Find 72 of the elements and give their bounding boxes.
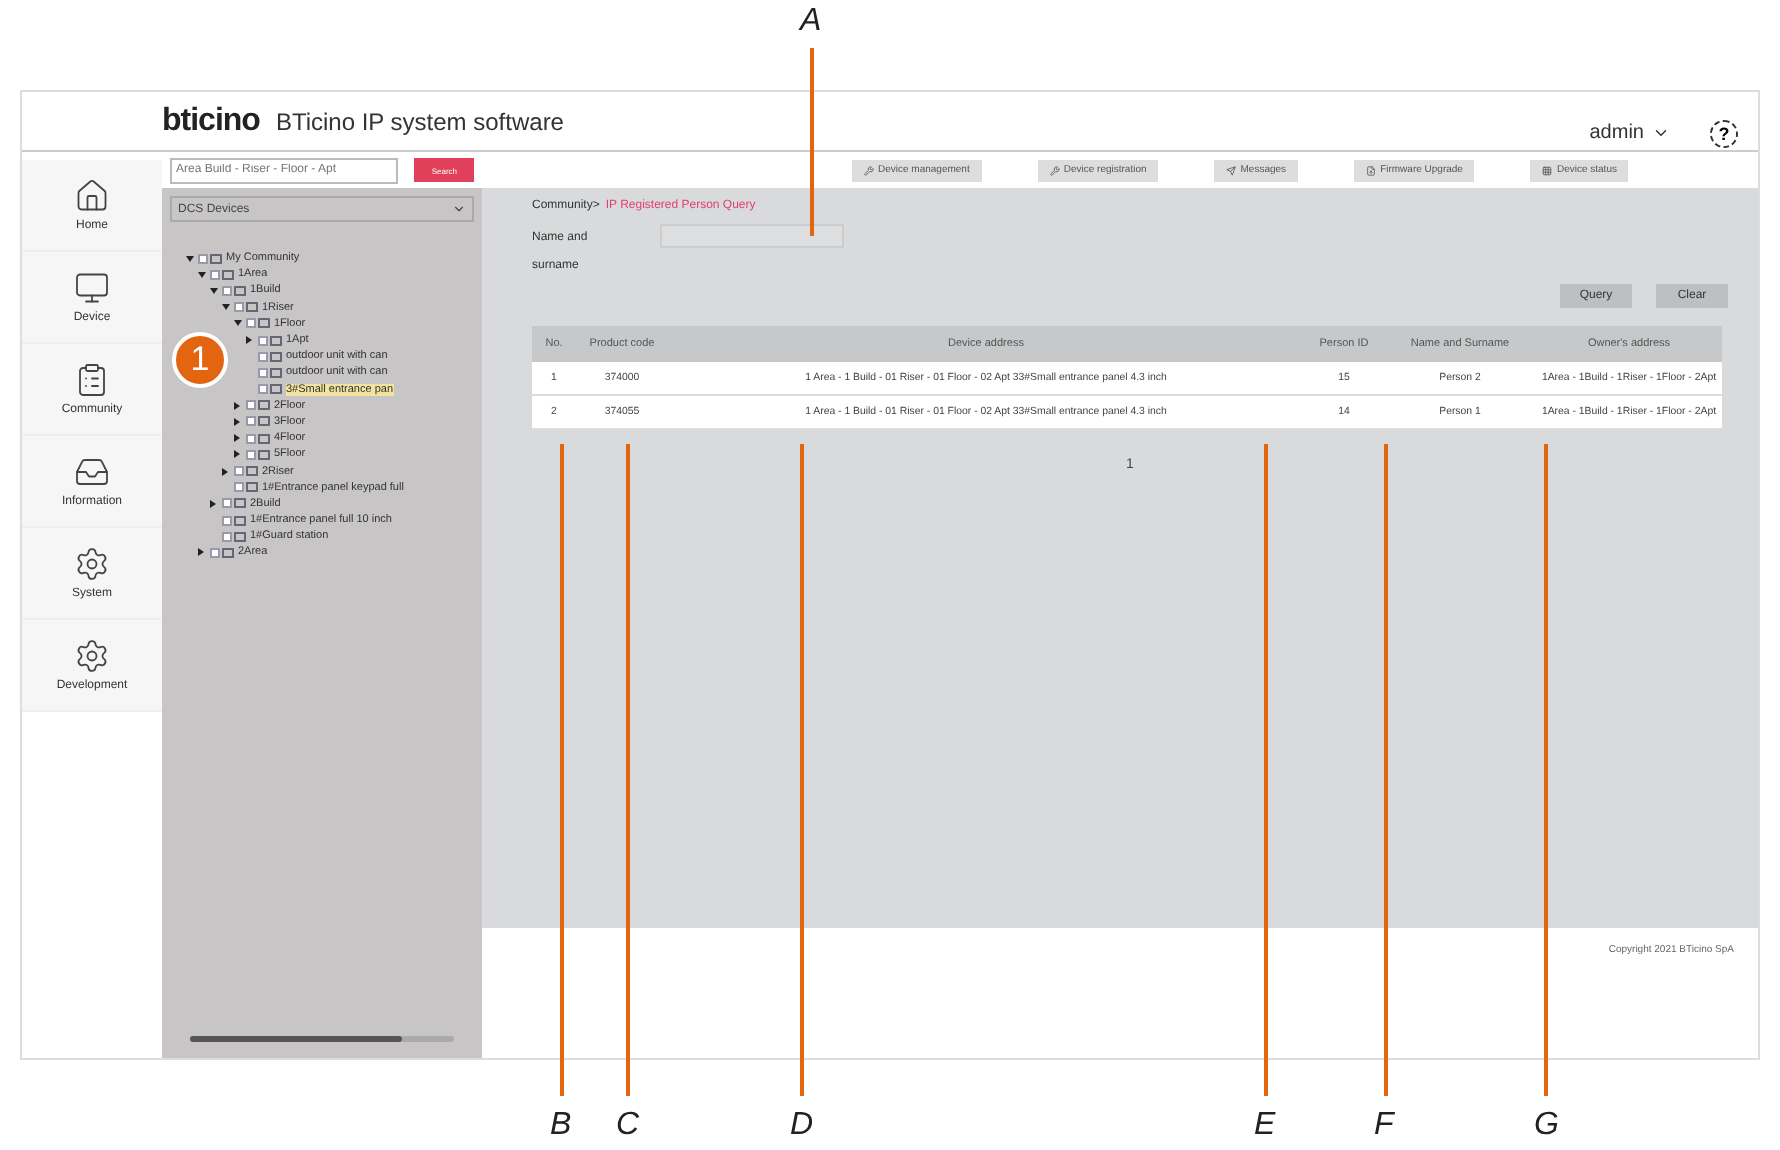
checkbox[interactable] bbox=[234, 302, 244, 313]
node-icon bbox=[246, 482, 258, 493]
checkbox[interactable] bbox=[246, 449, 256, 460]
clipboard-icon bbox=[74, 362, 110, 398]
node-icon bbox=[234, 515, 246, 526]
checkbox[interactable] bbox=[258, 367, 268, 378]
settings-icon bbox=[74, 546, 110, 582]
expand-triangle-icon[interactable] bbox=[234, 450, 240, 459]
scrollbar[interactable] bbox=[190, 1036, 454, 1042]
brand-logo: bticino bbox=[162, 103, 260, 139]
user-menu[interactable]: admin bbox=[1589, 122, 1644, 144]
chevron-down-icon bbox=[452, 202, 466, 216]
wrench-icon bbox=[864, 165, 874, 175]
checkbox[interactable] bbox=[258, 351, 268, 362]
send-icon bbox=[1226, 165, 1237, 175]
chevron-down-icon[interactable] bbox=[1652, 124, 1670, 142]
expand-triangle-icon[interactable] bbox=[198, 548, 204, 557]
node-icon bbox=[270, 367, 282, 378]
node-icon bbox=[246, 466, 258, 477]
node-icon bbox=[234, 531, 246, 542]
monitor-icon bbox=[74, 270, 110, 306]
checkbox[interactable] bbox=[210, 547, 220, 558]
checkbox[interactable] bbox=[234, 482, 244, 493]
grid-icon bbox=[1542, 165, 1553, 175]
node-icon bbox=[246, 302, 258, 313]
callout-letter: E bbox=[1254, 1108, 1276, 1144]
node-icon bbox=[270, 384, 282, 395]
checkbox[interactable] bbox=[258, 384, 268, 395]
callout-letter: D bbox=[790, 1108, 814, 1144]
app-title: BTicino IP system software bbox=[275, 107, 564, 135]
node-icon bbox=[222, 269, 234, 280]
node-icon bbox=[258, 433, 270, 444]
expand-triangle-icon[interactable] bbox=[246, 336, 252, 345]
checkbox[interactable] bbox=[222, 531, 232, 542]
help-button[interactable]: ? bbox=[1710, 119, 1738, 147]
node-icon bbox=[258, 318, 270, 329]
file-upload-icon bbox=[1366, 165, 1377, 175]
node-icon bbox=[234, 498, 246, 509]
checkbox[interactable] bbox=[246, 400, 256, 411]
home-icon bbox=[74, 178, 110, 214]
callout-letter: B bbox=[550, 1108, 572, 1144]
callout-letter: G bbox=[1534, 1108, 1559, 1144]
wrench-icon bbox=[1049, 165, 1060, 175]
inbox-icon bbox=[74, 454, 110, 490]
node-icon bbox=[258, 400, 270, 411]
checkbox[interactable] bbox=[234, 466, 244, 477]
node-icon bbox=[270, 351, 282, 362]
node-icon bbox=[270, 335, 282, 346]
checkbox[interactable] bbox=[246, 416, 256, 427]
expand-triangle-icon[interactable] bbox=[210, 499, 216, 508]
node-icon bbox=[258, 416, 270, 427]
callout-letter: F bbox=[1374, 1108, 1394, 1144]
node-icon bbox=[258, 449, 270, 460]
expand-triangle-icon[interactable] bbox=[234, 401, 240, 410]
node-icon bbox=[234, 285, 246, 296]
callout-letter: C bbox=[616, 1108, 640, 1144]
checkbox[interactable] bbox=[222, 285, 232, 296]
expand-triangle-icon[interactable] bbox=[222, 467, 228, 476]
callout-letter: A bbox=[800, 4, 822, 40]
node-icon bbox=[222, 547, 234, 558]
checkbox[interactable] bbox=[246, 433, 256, 444]
node-icon bbox=[210, 253, 222, 264]
expand-triangle-icon[interactable] bbox=[234, 417, 240, 426]
settings-icon bbox=[74, 638, 110, 674]
checkbox[interactable] bbox=[210, 269, 220, 280]
expand-triangle-icon[interactable] bbox=[234, 434, 240, 443]
checkbox[interactable] bbox=[198, 253, 208, 264]
checkbox[interactable] bbox=[246, 318, 256, 329]
checkbox[interactable] bbox=[258, 335, 268, 346]
checkbox[interactable] bbox=[222, 498, 232, 509]
checkbox[interactable] bbox=[222, 515, 232, 526]
name-input-field[interactable] bbox=[660, 224, 844, 248]
